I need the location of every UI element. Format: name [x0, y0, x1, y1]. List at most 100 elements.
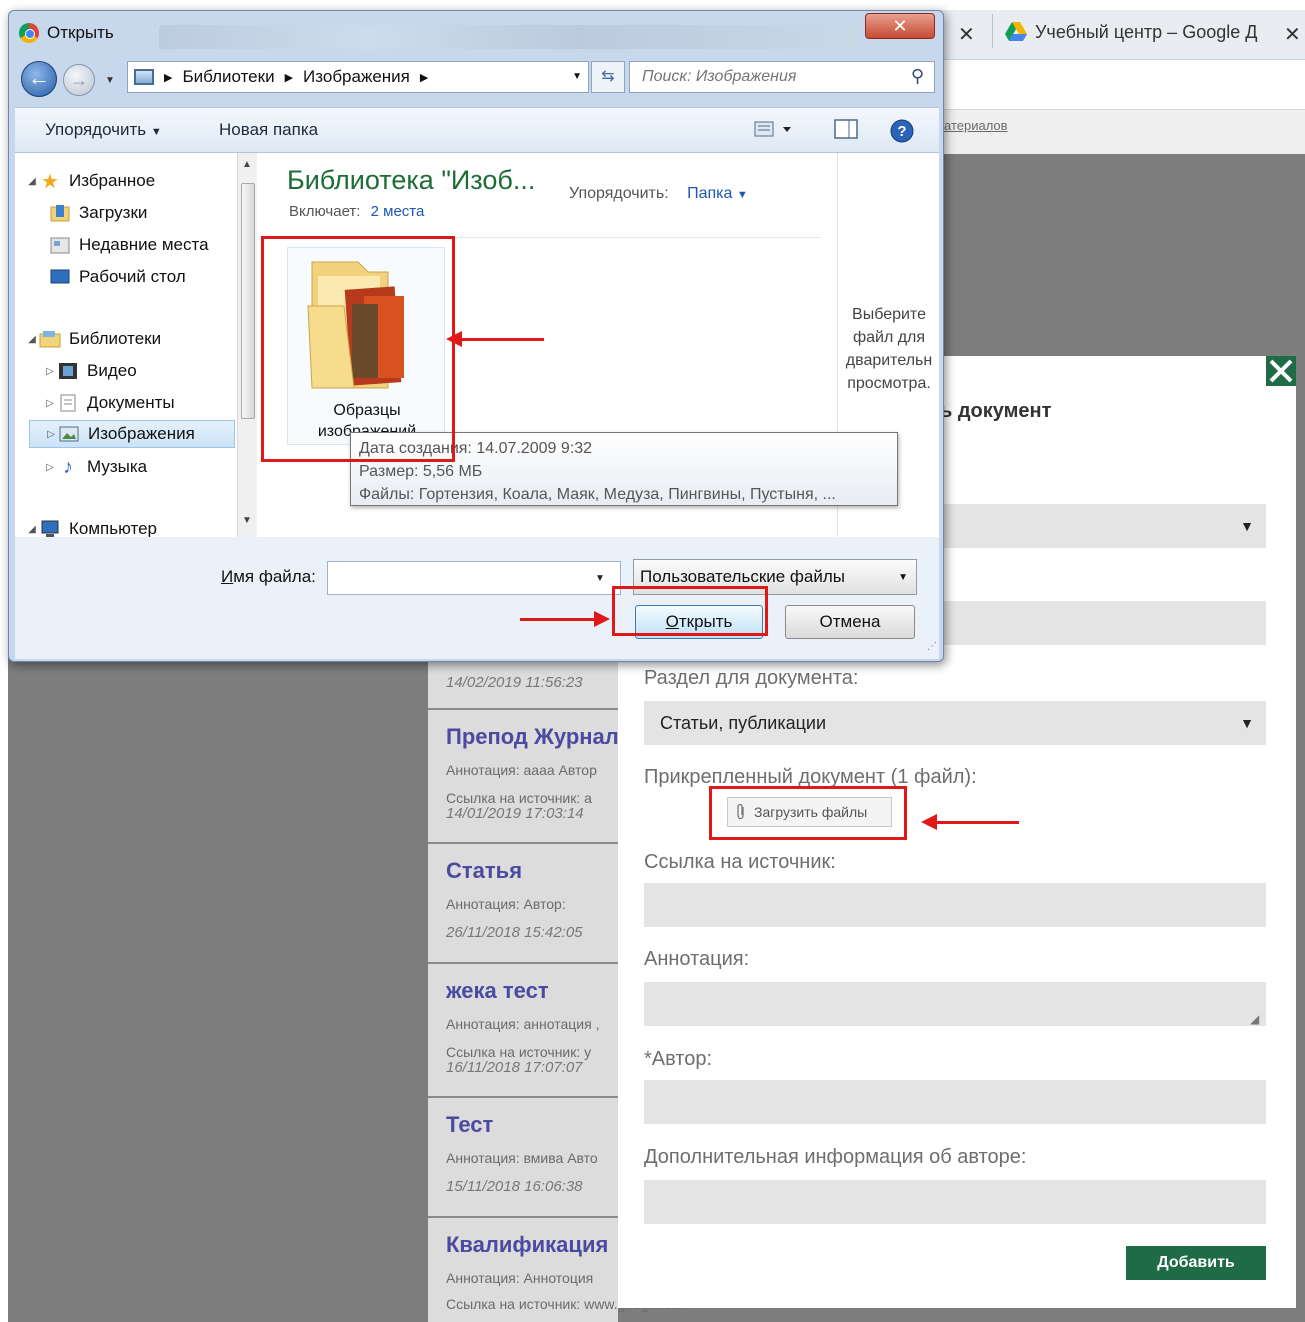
star-icon: ★ [41, 170, 59, 193]
preview-line: файл для [852, 329, 926, 346]
expand-icon[interactable]: ▷ [43, 366, 57, 377]
modal-close-icon[interactable] [1266, 356, 1296, 386]
forward-arrow-icon[interactable]: → [63, 64, 95, 96]
list-item[interactable]: Тест Аннотация: вмива Авто 15/11/2018 16… [428, 1096, 618, 1216]
tab-close-icon[interactable]: ✕ [1284, 22, 1301, 47]
add-button[interactable]: Добавить [1126, 1246, 1266, 1280]
chevron-down-icon[interactable]: ▼ [595, 573, 605, 584]
item-annotation: Аннотация: Автор: [446, 896, 566, 912]
libraries-icon [39, 330, 61, 348]
search-icon[interactable]: ⚲ [911, 66, 924, 87]
preview-pane-icon[interactable] [833, 118, 859, 145]
tree-item-computer[interactable]: ◢ Компьютер [25, 515, 237, 537]
scroll-up-icon[interactable]: ▲ [242, 159, 252, 170]
item-title[interactable]: Тест [446, 1112, 618, 1138]
chevron-down-icon[interactable]: ▼ [572, 71, 582, 82]
list-item[interactable]: Статья Аннотация: Автор: 26/11/2018 15:4… [428, 842, 618, 962]
tree-item-video[interactable]: ▷ Видео [43, 357, 237, 385]
item-date: 14/02/2019 11:56:23 [446, 674, 583, 691]
expand-icon[interactable]: ▷ [43, 398, 57, 409]
refresh-icon[interactable]: ⇆ [591, 61, 625, 93]
navigation-pane: ◢ ★ Избранное Загрузки Недавние места Ра… [15, 153, 237, 537]
tree-item-label: Документы [87, 393, 175, 412]
tab-title: Учебный центр – Google Д [1035, 21, 1258, 42]
section-select-value: Статьи, публикации [660, 712, 827, 733]
source-label: Ссылка на источник: [644, 851, 836, 873]
tree-item-favorites[interactable]: ◢ ★ Избранное [25, 167, 237, 195]
document-list: 14/02/2019 11:56:23 Препод Журнал Аннота… [428, 650, 690, 1322]
close-icon [1266, 356, 1296, 386]
view-options-icon[interactable] [753, 118, 797, 145]
tree-item-libraries[interactable]: ◢ Библиотеки [25, 325, 237, 353]
svg-text:?: ? [897, 123, 906, 140]
source-input[interactable] [644, 883, 1266, 927]
section-select[interactable]: Статьи, публикации ▼ [644, 701, 1266, 745]
highlight-box [709, 786, 907, 840]
preview-line: Выберите [852, 306, 926, 323]
file-name-input[interactable] [327, 561, 621, 595]
chrome-icon [19, 23, 39, 43]
tree-item-documents[interactable]: ▷ Документы [43, 389, 237, 417]
dialog-close-button[interactable]: ✕ [865, 13, 935, 39]
new-folder-button[interactable]: Новая папка [219, 120, 318, 140]
highlight-box [261, 236, 455, 462]
preview-message: Выберите файл для дварительн просмотра. [838, 303, 940, 395]
list-item[interactable]: Препод Журнал Аннотация: аааа Автор Ссыл… [428, 708, 618, 842]
tree-item-desktop[interactable]: Рабочий стол [49, 263, 237, 291]
tree-item-pictures[interactable]: ▷ Изображения [29, 420, 235, 448]
history-dropdown-icon[interactable]: ▼ [105, 75, 115, 86]
tree-item-music[interactable]: ▷ ♪ Музыка [43, 453, 237, 481]
nav-scrollbar[interactable]: ▲ ▼ [237, 153, 257, 537]
expand-icon[interactable]: ▷ [43, 462, 57, 473]
music-note-icon: ♪ [63, 455, 73, 478]
tooltip-files: Файлы: Гортензия, Коала, Маяк, Медуза, П… [359, 486, 836, 503]
breadcrumb-item-libraries[interactable]: Библиотеки [182, 67, 274, 87]
arrange-button[interactable]: Упорядочить ▼ [45, 120, 162, 140]
red-arrow [520, 611, 610, 627]
list-item[interactable]: жека тест Аннотация: аннотация , Ссылка … [428, 962, 618, 1096]
item-annotation: Аннотация: аааа Автор [446, 762, 597, 778]
includes-link[interactable]: 2 места [371, 203, 425, 220]
tree-item-recent[interactable]: Недавние места [49, 231, 237, 259]
arrange-by: Упорядочить: Папка ▼ [569, 185, 748, 203]
tree-item-label: Изображения [88, 424, 195, 443]
help-icon[interactable]: ? [889, 118, 915, 149]
item-title[interactable]: жека тест [446, 978, 618, 1004]
tab-close-icon[interactable]: ✕ [958, 22, 975, 47]
item-title[interactable]: Препод Журнал [446, 724, 618, 750]
library-includes: Включает: 2 места [289, 203, 424, 220]
collapse-icon[interactable]: ◢ [25, 524, 39, 535]
list-item[interactable]: Квалификация Аннотация: Аннотоция Ссылка… [428, 1216, 690, 1322]
back-arrow-icon[interactable]: ← [21, 61, 57, 97]
item-source: Ссылка на источник: y [446, 1044, 592, 1060]
scroll-down-icon[interactable]: ▼ [242, 515, 252, 526]
expand-icon[interactable]: ▷ [44, 429, 58, 440]
search-input[interactable] [642, 68, 892, 86]
scrollbar-thumb[interactable] [241, 183, 255, 419]
collapse-icon[interactable]: ◢ [25, 176, 39, 187]
resize-grip-icon[interactable]: ⋰ [927, 641, 937, 652]
arrange-dropdown[interactable]: Папка ▼ [687, 185, 748, 202]
author-input[interactable] [644, 1080, 1266, 1124]
red-arrow [446, 331, 544, 347]
includes-label: Включает: [289, 203, 361, 220]
google-drive-icon [1005, 22, 1027, 41]
resize-grip-icon[interactable]: ◢ [1250, 1012, 1259, 1026]
item-title[interactable]: Статья [446, 858, 618, 884]
tab-google-drive[interactable]: Учебный центр – Google Д [1005, 18, 1270, 46]
tree-item-downloads[interactable]: Загрузки [49, 199, 237, 227]
breadcrumb[interactable]: ▶ Библиотеки ▶ Изображения ▶ ▼ [127, 61, 589, 93]
annotation-textarea[interactable] [644, 982, 1266, 1026]
search-field[interactable]: ⚲ [629, 61, 935, 93]
author-info-input[interactable] [644, 1180, 1266, 1224]
breadcrumb-item-pictures[interactable]: Изображения [303, 67, 410, 87]
breadcrumb-separator-icon: ▶ [164, 71, 173, 84]
item-title[interactable]: Квалификация [446, 1232, 618, 1258]
cancel-button[interactable]: Отмена [785, 605, 915, 639]
collapse-icon[interactable]: ◢ [25, 334, 39, 345]
tree-item-label: Библиотеки [69, 329, 162, 348]
navigation-row: ← → ▼ ▶ Библиотеки ▶ Изображения ▶ ▼ ⇆ ⚲ [9, 57, 943, 107]
red-arrow [921, 814, 1019, 830]
site-breadcrumb-link[interactable]: атериалов [944, 118, 1008, 133]
tree-item-label: Загрузки [79, 203, 148, 222]
